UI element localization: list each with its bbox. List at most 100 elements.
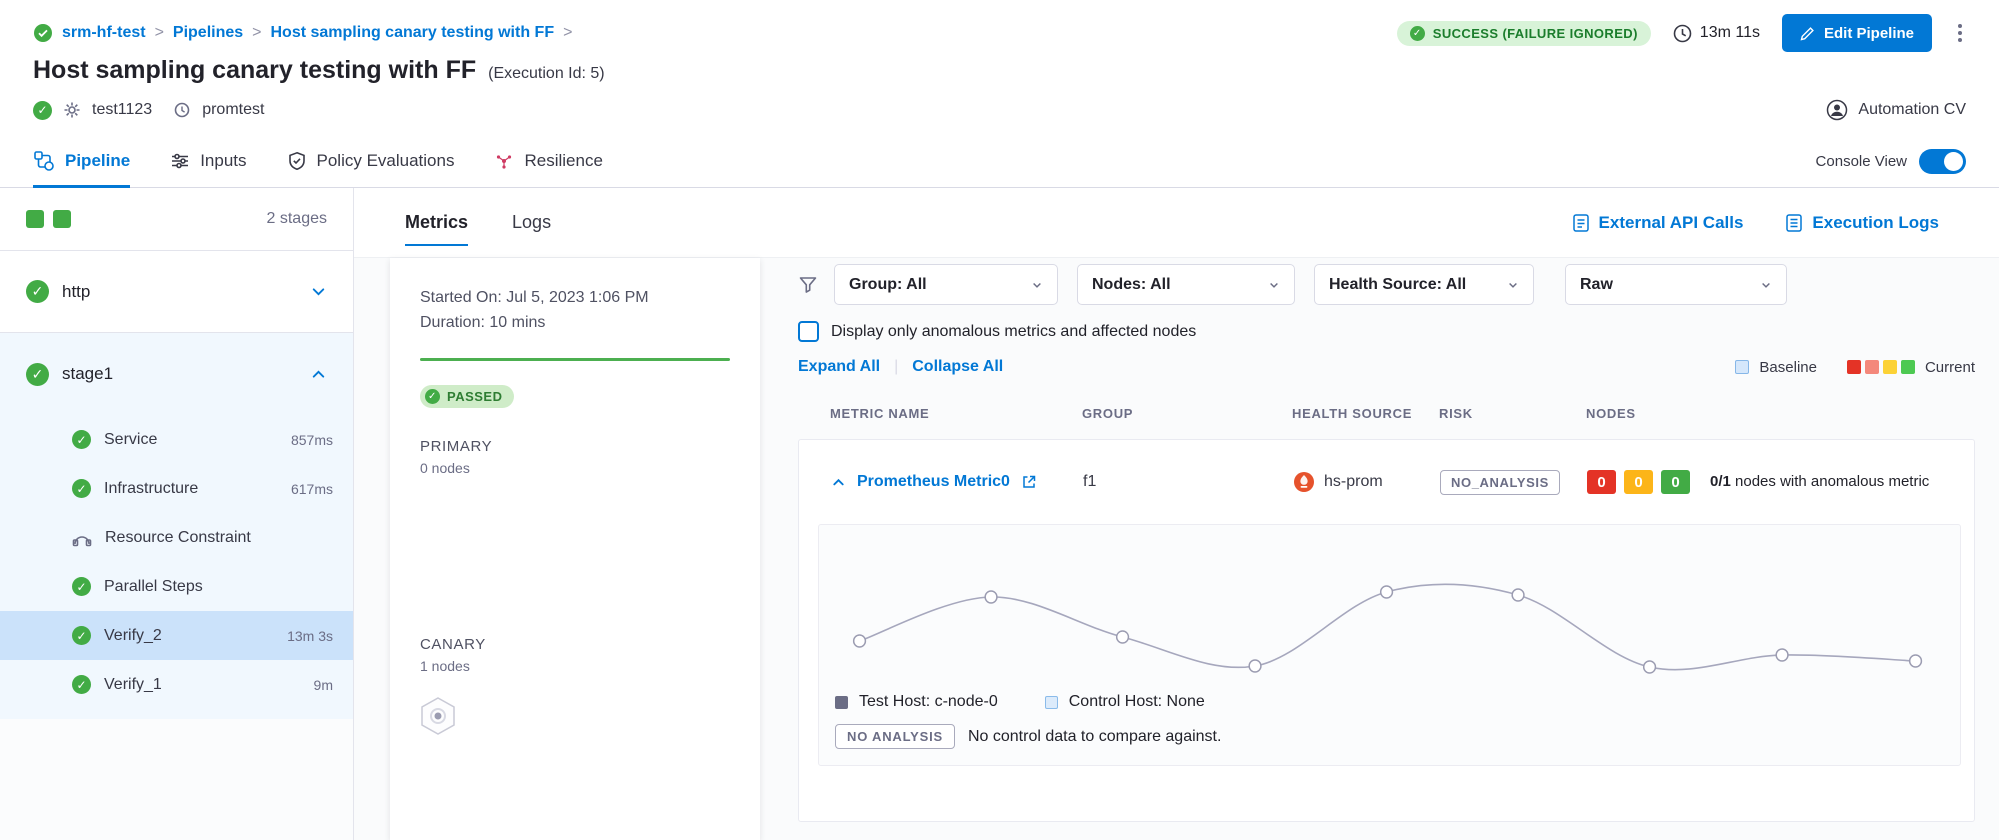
step-row-resource-constraint[interactable]: Resource Constraint [0, 513, 353, 562]
step-row-verify-2[interactable]: ✓ Verify_2 13m 3s [0, 611, 353, 660]
breadcrumb-pipeline-name[interactable]: Host sampling canary testing with FF [271, 24, 555, 42]
breadcrumb-separator: > [252, 24, 261, 42]
host-legend: Test Host: c-node-0 Control Host: None [835, 693, 1944, 711]
baseline-legend-label: Baseline [1759, 359, 1817, 376]
stage1-group: ✓ stage1 ✓ Service 857ms ✓ Infrastructur… [0, 333, 353, 719]
view-mode-dropdown[interactable]: Raw [1565, 264, 1787, 305]
chevron-down-icon[interactable] [310, 283, 327, 300]
breadcrumb-separator: > [563, 24, 572, 42]
tab-logs[interactable]: Logs [512, 188, 551, 257]
current-red-swatch [1847, 360, 1861, 374]
current-yellow-swatch [1883, 360, 1897, 374]
step-duration: 857ms [291, 432, 333, 448]
service-name[interactable]: test1123 [92, 101, 152, 119]
col-group: GROUP [1082, 406, 1292, 421]
verification-duration: Duration: 10 mins [420, 311, 730, 336]
current-legend-label: Current [1925, 359, 1975, 376]
metric-name-link[interactable]: Prometheus Metric0 [857, 473, 1010, 491]
tab-metrics[interactable]: Metrics [405, 188, 468, 257]
canary-label: CANARY [420, 636, 730, 653]
user-avatar-icon [1826, 99, 1848, 121]
step-row-service[interactable]: ✓ Service 857ms [0, 415, 353, 464]
step-success-icon: ✓ [72, 577, 91, 596]
resilience-icon [494, 151, 514, 171]
more-options-icon[interactable] [1954, 20, 1966, 46]
breadcrumb-pipelines[interactable]: Pipelines [173, 24, 243, 42]
console-view-toggle[interactable] [1919, 149, 1966, 174]
started-on: Started On: Jul 5, 2023 1:06 PM [420, 286, 730, 311]
app-window: srm-hf-test > Pipelines > Host sampling … [0, 0, 1999, 840]
nodes-filter-dropdown[interactable]: Nodes: All [1077, 264, 1295, 305]
col-nodes: NODES [1586, 406, 1975, 421]
primary-label: PRIMARY [420, 438, 730, 455]
canary-node-count: 1 nodes [420, 658, 730, 674]
stage-sidebar: 2 stages ✓ http ✓ stage1 ✓ [0, 188, 354, 840]
no-analysis-message: No control data to compare against. [968, 728, 1221, 746]
chevron-down-icon [1031, 279, 1043, 291]
risk-badge: NO_ANALYSIS [1440, 470, 1560, 495]
triggered-by-user: Automation CV [1858, 101, 1966, 119]
metric-row: Prometheus Metric0 f1 hs-prom NO_ANALYSI… [799, 440, 1974, 524]
pipeline-icon [33, 150, 55, 172]
current-green-swatch [1901, 360, 1915, 374]
step-row-parallel-steps[interactable]: ✓ Parallel Steps [0, 562, 353, 611]
control-host-label: Control Host: None [1069, 693, 1205, 711]
step-row-infrastructure[interactable]: ✓ Infrastructure 617ms [0, 464, 353, 513]
baseline-legend-swatch [1735, 360, 1749, 374]
step-duration: 13m 3s [287, 628, 333, 644]
anomalous-only-checkbox[interactable] [798, 321, 819, 342]
tab-pipeline[interactable]: Pipeline [33, 135, 130, 187]
chevron-down-icon [1760, 279, 1772, 291]
canary-node-hexagon[interactable] [420, 696, 456, 736]
collapse-all-link[interactable]: Collapse All [912, 358, 1003, 376]
step-row-verify-1[interactable]: ✓ Verify_1 9m [0, 660, 353, 709]
tab-resilience[interactable]: Resilience [494, 135, 602, 187]
group-filter-dropdown[interactable]: Group: All [834, 264, 1058, 305]
chevron-down-icon [1507, 279, 1519, 291]
warning-count-badge: 0 [1624, 470, 1653, 494]
stage-status-square [26, 210, 44, 228]
health-source-filter-dropdown[interactable]: Health Source: All [1314, 264, 1534, 305]
expand-all-link[interactable]: Expand All [798, 358, 880, 376]
inputs-icon [170, 151, 190, 171]
anomalous-only-label: Display only anomalous metrics and affec… [831, 323, 1196, 341]
gear-icon [63, 101, 81, 119]
execution-logs-icon [1785, 213, 1803, 233]
collapse-metric-chevron-icon[interactable] [831, 475, 846, 490]
tab-policy-evaluations[interactable]: Policy Evaluations [287, 135, 455, 187]
shield-check-icon [287, 151, 307, 171]
execution-logs-link[interactable]: Execution Logs [1785, 213, 1939, 233]
stage-row-stage1[interactable]: ✓ stage1 [0, 333, 353, 415]
nodes-summary: 0/1 nodes with anomalous metric [1710, 472, 1929, 492]
trigger-name[interactable]: promtest [202, 101, 264, 119]
page-title: Host sampling canary testing with FF [33, 56, 476, 85]
chevron-up-icon[interactable] [310, 366, 327, 383]
status-badge: ✓ SUCCESS (FAILURE IGNORED) [1397, 21, 1651, 46]
col-risk: RISK [1439, 406, 1586, 421]
breadcrumb-project[interactable]: srm-hf-test [62, 24, 146, 42]
execution-header: srm-hf-test > Pipelines > Host sampling … [0, 0, 1999, 135]
metrics-table-header: METRIC NAME GROUP HEALTH SOURCE RISK NOD… [798, 406, 1975, 421]
pencil-icon [1800, 26, 1815, 41]
clock-icon [1673, 24, 1692, 43]
anomalous-count-badge: 0 [1587, 470, 1616, 494]
prometheus-icon [1293, 471, 1315, 493]
trigger-icon [173, 101, 191, 119]
tab-inputs[interactable]: Inputs [170, 135, 246, 187]
primary-node-count: 0 nodes [420, 460, 730, 476]
metrics-content: Group: All Nodes: All Health Source: All [760, 258, 1999, 840]
project-icon [33, 23, 53, 43]
health-source-name: hs-prom [1324, 473, 1383, 491]
external-api-calls-link[interactable]: External API Calls [1572, 213, 1744, 233]
console-view-label: Console View [1816, 153, 1907, 170]
metric-row-card: Prometheus Metric0 f1 hs-prom NO_ANALYSI… [798, 439, 1975, 822]
stage-status-square [53, 210, 71, 228]
external-link-icon[interactable] [1021, 474, 1037, 490]
stage-row-http[interactable]: ✓ http [0, 251, 353, 333]
step-duration: 9m [314, 677, 333, 693]
stage-success-icon: ✓ [26, 363, 49, 386]
api-calls-icon [1572, 213, 1590, 233]
execution-id: (Execution Id: 5) [488, 65, 605, 83]
filter-icon[interactable] [798, 275, 818, 295]
edit-pipeline-button[interactable]: Edit Pipeline [1782, 14, 1932, 52]
